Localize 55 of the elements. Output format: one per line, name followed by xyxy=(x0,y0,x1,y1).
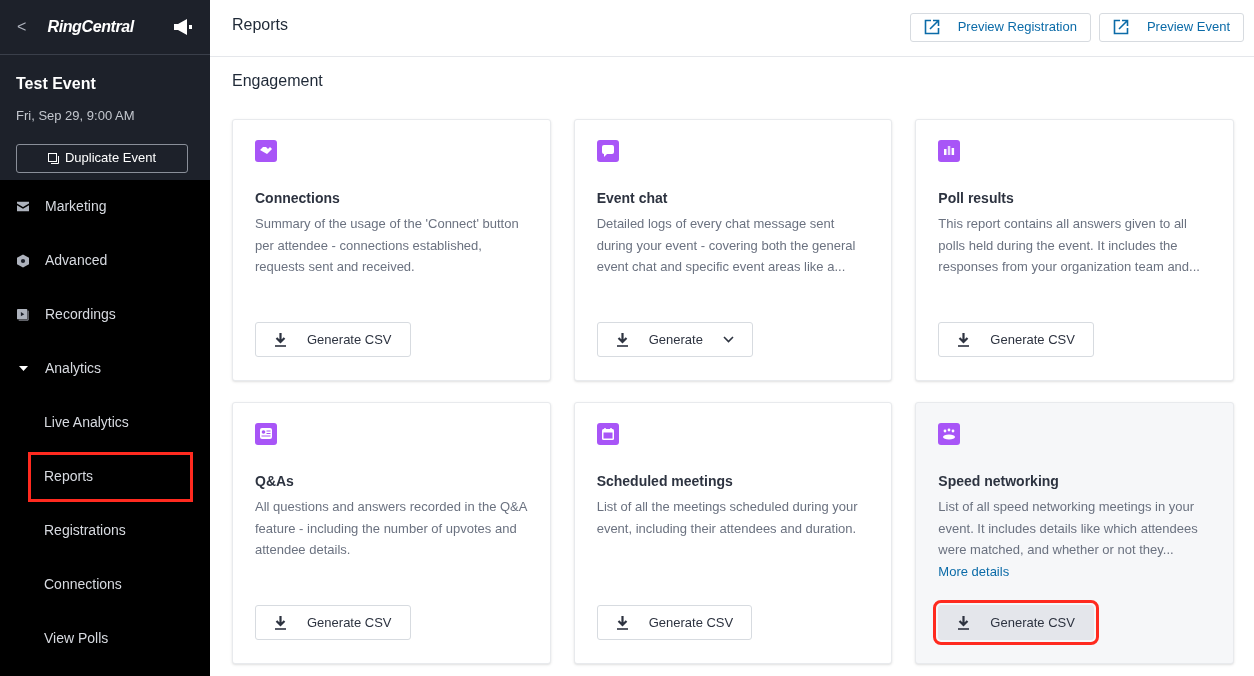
megaphone-icon[interactable] xyxy=(173,19,193,35)
card-description: All questions and answers recorded in the Q&A feature - including the number of upvotes and attendee details. xyxy=(255,498,528,559)
download-icon xyxy=(274,332,287,347)
page-title: Reports xyxy=(232,14,289,35)
sidebar-subitem[interactable]: Connections xyxy=(44,574,122,595)
card-description: List of all speed networking meetings in your event. It includes details like which attendees were matched, and whether or not they... xyxy=(938,498,1199,559)
back-link[interactable]: < xyxy=(17,15,27,39)
generate-button[interactable]: Generate CSV xyxy=(255,322,411,357)
sidebar-item[interactable]: Recordings xyxy=(0,287,210,342)
card-title: Poll results xyxy=(938,189,1015,208)
download-icon xyxy=(957,332,971,347)
envelope-icon xyxy=(17,201,29,212)
generate-button[interactable]: Generate CSV xyxy=(938,322,1094,357)
copy-icon xyxy=(47,152,59,164)
sidebar-subitem[interactable]: View Polls xyxy=(44,628,109,649)
more-details-link[interactable]: More details xyxy=(938,561,1010,581)
generate-button[interactable]: Generate CSV xyxy=(596,605,753,640)
event-title: Test Event xyxy=(16,74,97,94)
preview-button[interactable]: Preview Event xyxy=(1098,12,1244,42)
external-link-icon xyxy=(1112,19,1129,35)
card-description: Summary of the usage of the 'Connect' button per attendee - connections established, requests sent and received. xyxy=(255,215,520,276)
caret-icon xyxy=(18,366,28,371)
card-title: Q&As xyxy=(255,472,295,491)
card-description: This report contains all answers given to all polls held during the event. It includes the responses from your organization team and... xyxy=(938,215,1201,276)
download-icon xyxy=(615,615,629,630)
card-title: Speed networking xyxy=(938,472,1060,491)
section-title: Engagement xyxy=(232,71,324,91)
duplicate-event-button[interactable]: Duplicate Event xyxy=(16,143,188,173)
sidebar-item[interactable]: Marketing xyxy=(0,179,210,234)
card-description: Detailed logs of every chat message sent during your event - covering both the general event chat and specific event areas like a... xyxy=(596,215,857,276)
video-icon xyxy=(17,307,29,322)
chat-bubble-icon xyxy=(596,140,619,162)
gear-icon xyxy=(17,253,29,268)
sidebar-subitem[interactable]: Registrations xyxy=(44,520,126,541)
sidebar-subitem[interactable]: Reports xyxy=(28,451,193,502)
download-icon xyxy=(274,615,287,630)
generate-button[interactable]: Generate xyxy=(596,322,753,357)
download-icon xyxy=(615,332,629,347)
card-title: Scheduled meetings xyxy=(596,472,734,491)
preview-button[interactable]: Preview Registration xyxy=(909,12,1091,42)
card-title: Event chat xyxy=(596,189,669,208)
download-icon xyxy=(957,615,971,630)
calendar-icon xyxy=(596,423,619,445)
people-icon xyxy=(938,423,961,445)
external-link-icon xyxy=(923,19,940,35)
sidebar-subitem[interactable]: Live Analytics xyxy=(44,412,129,433)
card-description: List of all the meetings scheduled during your event, including their attendees and duration. xyxy=(596,498,859,538)
logo: RingCentral xyxy=(47,17,134,37)
bar-chart-icon xyxy=(938,140,961,162)
event-date: Fri, Sep 29, 9:00 AM xyxy=(16,107,136,125)
sidebar-item[interactable]: Advanced xyxy=(0,233,210,288)
question-answer-icon xyxy=(255,423,277,445)
generate-button[interactable]: Generate CSV xyxy=(255,605,411,640)
chevron-down-icon xyxy=(722,336,734,343)
card-title: Connections xyxy=(255,189,341,208)
